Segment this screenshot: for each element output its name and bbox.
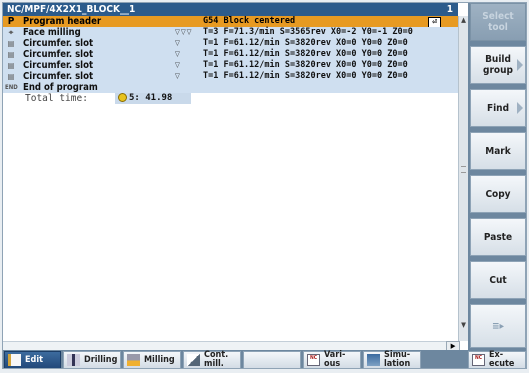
total-time-value: 5: 41.98	[129, 93, 173, 103]
program-row-slot[interactable]: ▤ Circumfer. slot ▽ T=1 F=61.12/min S=38…	[3, 49, 458, 60]
contour-mill-icon	[187, 354, 200, 366]
total-time-field: 5: 41.98	[115, 93, 191, 104]
program-editor[interactable]: P Program header G54 Block centered ⏎ ⌖ …	[3, 16, 458, 341]
execute-softkey[interactable]: NC Ex- ecute	[468, 351, 526, 368]
clock-icon	[118, 93, 127, 102]
title-bar: NC/MPF/4X2X1_BLOCK__1 1	[3, 3, 458, 16]
edit-icon	[8, 354, 21, 366]
block-arrows: ▽▽▽	[175, 28, 193, 36]
block-name: Program header	[23, 16, 102, 27]
submenu-arrow-icon	[517, 59, 523, 71]
submenu-arrow-icon	[517, 102, 523, 114]
block-params: T=1 F=61.12/min S=3820rev X0=0 Y0=0 Z0=0	[203, 60, 408, 70]
program-row-header[interactable]: P Program header G54 Block centered ⏎	[3, 16, 458, 28]
mark-softkey[interactable]: Mark	[470, 132, 526, 170]
empty-softkey[interactable]	[243, 351, 301, 368]
program-path: NC/MPF/4X2X1_BLOCK__1	[7, 4, 136, 15]
more-softkey[interactable]: ≡▸	[470, 304, 526, 348]
circumferential-slot-icon: ▤	[7, 50, 15, 59]
block-name: End of program	[23, 82, 98, 93]
milling-icon	[127, 354, 140, 366]
block-arrows: ▽	[175, 39, 181, 47]
block-params: G54 Block centered	[203, 16, 296, 26]
find-softkey[interactable]: Find	[470, 89, 526, 127]
drilling-softkey[interactable]: Drilling	[63, 351, 121, 368]
nc-icon: NC	[307, 354, 320, 366]
scroll-grip-icon[interactable]	[461, 166, 466, 173]
build-group-softkey[interactable]: Build group	[470, 46, 526, 84]
program-header-icon: P	[7, 16, 15, 27]
program-row-slot[interactable]: ▤ Circumfer. slot ▽ T=1 F=61.12/min S=38…	[3, 60, 458, 71]
block-params: T=1 F=61.12/min S=3820rev X0=0 Y0=0 Z0=0	[203, 49, 408, 59]
paste-softkey[interactable]: Paste	[470, 218, 526, 256]
circumferential-slot-icon: ▤	[7, 39, 15, 48]
milling-softkey[interactable]: Milling	[123, 351, 181, 368]
block-name: Circumfer. slot	[23, 60, 94, 71]
channel-number: 1	[446, 4, 453, 15]
vertical-softkey-bar: Select tool Build group Find Mark Copy P…	[468, 3, 526, 350]
edit-softkey[interactable]: Edit	[4, 351, 61, 368]
various-softkey[interactable]: NC Vari- ous	[303, 351, 361, 368]
nc-execute-icon: NC	[472, 354, 485, 366]
scroll-up-icon[interactable]: ▲	[460, 16, 467, 24]
block-arrows: ▽	[175, 72, 181, 80]
cut-softkey[interactable]: Cut	[470, 261, 526, 299]
circumferential-slot-icon: ▤	[7, 72, 15, 81]
block-params: T=3 F=71.3/min S=3565rev X0=-2 Y0=-1 Z0=…	[203, 27, 413, 37]
total-time-row: Total time: 5: 41.98	[3, 93, 458, 104]
program-row-face-milling[interactable]: ⌖ Face milling ▽▽▽ T=3 F=71.3/min S=3565…	[3, 27, 458, 38]
block-name: Circumfer. slot	[23, 49, 94, 60]
total-time-label: Total time:	[25, 93, 88, 104]
program-row-end[interactable]: END End of program	[3, 82, 458, 93]
horizontal-softkey-bar: Edit Drilling Milling Cont. mill. NC Vari…	[3, 350, 526, 368]
scroll-down-icon[interactable]: ▼	[460, 321, 467, 329]
block-arrows: ▽	[175, 61, 181, 69]
block-params: T=1 F=61.12/min S=3820rev X0=0 Y0=0 Z0=0	[203, 71, 408, 81]
select-tool-softkey[interactable]: Select tool	[470, 3, 526, 41]
program-row-slot[interactable]: ▤ Circumfer. slot ▽ T=1 F=61.12/min S=38…	[3, 71, 458, 82]
simulation-softkey[interactable]: Simu- lation	[363, 351, 421, 368]
sinumerik-screen: NC/MPF/4X2X1_BLOCK__1 1 P Program header…	[2, 2, 527, 369]
block-arrows: ▽	[175, 50, 181, 58]
vertical-scrollbar[interactable]: ▲ ▼	[458, 16, 468, 341]
copy-softkey[interactable]: Copy	[470, 175, 526, 213]
circumferential-slot-icon: ▤	[7, 61, 15, 70]
block-name: Circumfer. slot	[23, 38, 94, 49]
block-name: Face milling	[23, 27, 81, 38]
block-name: Circumfer. slot	[23, 71, 94, 82]
simulation-icon	[367, 354, 380, 366]
block-params: T=1 F=61.12/min S=3820rev X0=0 Y0=0 Z0=0	[203, 38, 408, 48]
drilling-icon	[67, 354, 80, 366]
end-icon: END	[5, 84, 18, 91]
contour-milling-softkey[interactable]: Cont. mill.	[183, 351, 241, 368]
program-row-slot[interactable]: ▤ Circumfer. slot ▽ T=1 F=61.12/min S=38…	[3, 38, 458, 49]
more-arrow-icon: ≡▸	[491, 320, 505, 332]
face-milling-icon: ⌖	[8, 28, 14, 37]
